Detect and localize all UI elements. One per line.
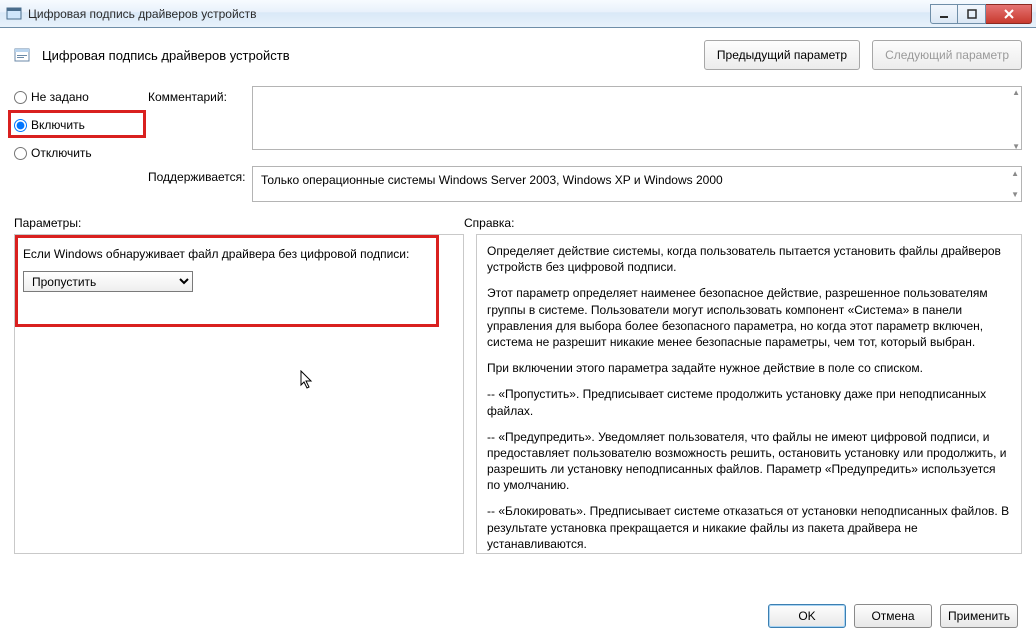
radio-not-configured-input[interactable] bbox=[14, 91, 27, 104]
help-paragraph: Определяет действие системы, когда польз… bbox=[487, 243, 1011, 275]
ok-button[interactable]: OK bbox=[768, 604, 846, 628]
radio-disabled-input[interactable] bbox=[14, 147, 27, 160]
parameters-heading: Параметры: bbox=[14, 216, 464, 230]
radio-enabled-input[interactable] bbox=[14, 119, 27, 132]
window-controls bbox=[930, 4, 1032, 24]
radio-enabled-label: Включить bbox=[31, 118, 85, 132]
help-paragraph: -- «Предупредить». Уведомляет пользовате… bbox=[487, 429, 1011, 494]
supported-label: Поддерживается: bbox=[148, 166, 248, 184]
comment-label: Комментарий: bbox=[148, 86, 248, 104]
next-setting-button[interactable]: Следующий параметр bbox=[872, 40, 1022, 70]
minimize-button[interactable] bbox=[930, 4, 958, 24]
page-title: Цифровая подпись драйверов устройств bbox=[42, 48, 290, 63]
apply-button[interactable]: Применить bbox=[940, 604, 1018, 628]
app-icon bbox=[6, 6, 22, 22]
supported-text: Только операционные системы Windows Serv… bbox=[261, 173, 723, 187]
state-radio-group: Не задано Включить Отключить bbox=[14, 86, 144, 160]
prev-setting-button[interactable]: Предыдущий параметр bbox=[704, 40, 860, 70]
titlebar: Цифровая подпись драйверов устройств bbox=[0, 0, 1036, 28]
header-row: Цифровая подпись драйверов устройств Пре… bbox=[14, 40, 1022, 70]
maximize-button[interactable] bbox=[958, 4, 986, 24]
close-button[interactable] bbox=[986, 4, 1032, 24]
radio-enabled[interactable]: Включить bbox=[14, 118, 144, 132]
parameters-panel: Если Windows обнаруживает файл драйвера … bbox=[14, 234, 464, 554]
supported-box: Только операционные системы Windows Serv… bbox=[252, 166, 1022, 202]
cancel-button[interactable]: Отмена bbox=[854, 604, 932, 628]
help-paragraph: -- «Блокировать». Предписывает системе о… bbox=[487, 503, 1011, 552]
action-dropdown[interactable]: Пропустить Предупредить Блокировать bbox=[23, 271, 193, 292]
help-heading: Справка: bbox=[464, 216, 1022, 230]
bottom-bar: OK Отмена Применить bbox=[14, 604, 1022, 628]
help-paragraph: При включении этого параметра задайте ну… bbox=[487, 360, 1011, 376]
comment-input[interactable] bbox=[252, 86, 1022, 150]
help-paragraph: -- «Пропустить». Предписывает системе пр… bbox=[487, 386, 1011, 418]
window-title: Цифровая подпись драйверов устройств bbox=[28, 7, 930, 21]
radio-disabled-label: Отключить bbox=[31, 146, 92, 160]
help-paragraph: Этот параметр определяет наименее безопа… bbox=[487, 285, 1011, 350]
param-prompt: Если Windows обнаруживает файл драйвера … bbox=[23, 247, 455, 261]
radio-disabled[interactable]: Отключить bbox=[14, 146, 144, 160]
help-panel[interactable]: Определяет действие системы, когда польз… bbox=[476, 234, 1022, 554]
radio-not-configured[interactable]: Не задано bbox=[14, 90, 144, 104]
policy-icon bbox=[14, 47, 30, 63]
radio-not-configured-label: Не задано bbox=[31, 90, 89, 104]
